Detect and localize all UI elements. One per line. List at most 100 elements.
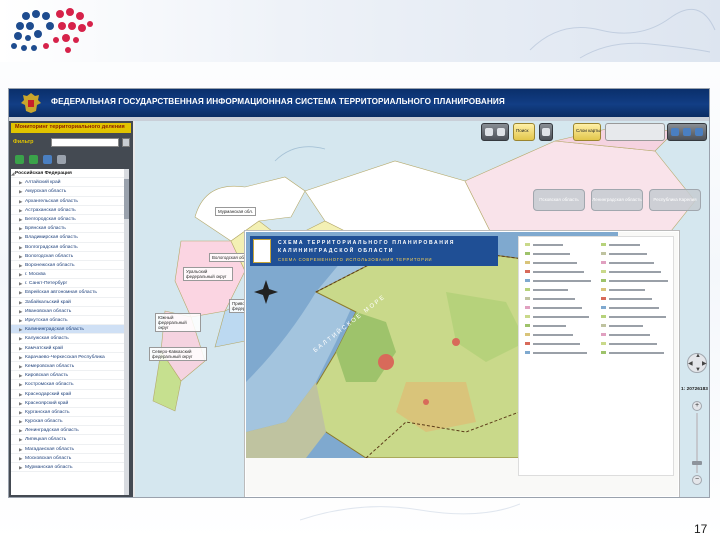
tree-item[interactable]: ▶ Курская область — [11, 417, 129, 427]
region-button-pskov[interactable]: Псковская область — [533, 189, 585, 211]
collapsed-arrow-icon[interactable]: ▶ — [19, 445, 22, 454]
collapsed-arrow-icon[interactable]: ▶ — [19, 279, 22, 288]
tree-item[interactable]: ▶ Владимирская область — [11, 233, 129, 243]
tree-item[interactable]: ▶ Забайкальский край — [11, 298, 129, 307]
tree-item[interactable]: ▶ Камчатский край — [11, 344, 129, 353]
region-button-leningrad[interactable]: Ленинградская область — [591, 189, 643, 211]
print-map-icon[interactable] — [485, 128, 493, 136]
collapsed-arrow-icon[interactable]: ▶ — [19, 252, 22, 261]
tree-item[interactable]: ▶ Магаданская область — [11, 445, 129, 454]
collapsed-arrow-icon[interactable]: ▶ — [19, 390, 22, 399]
tree-item[interactable]: ▶ Краснодарский край — [11, 390, 129, 399]
collapsed-arrow-icon[interactable]: ▶ — [19, 270, 22, 279]
filter-dropdown-button[interactable] — [122, 138, 130, 147]
tree-scrollbar[interactable] — [124, 169, 129, 495]
collapsed-arrow-icon[interactable]: ▶ — [19, 454, 22, 463]
tree-item[interactable]: ▶ Красноярский край — [11, 399, 129, 408]
print-icon[interactable] — [57, 155, 66, 164]
expand-icon[interactable] — [15, 155, 24, 164]
tree-item[interactable]: ▶ Еврейская автономная область — [11, 288, 129, 298]
pan-down-icon[interactable]: ▼ — [695, 367, 701, 373]
collapsed-arrow-icon[interactable]: ▶ — [19, 399, 22, 408]
collapsed-arrow-icon[interactable]: ▶ — [19, 426, 22, 435]
collapse-icon[interactable] — [29, 155, 38, 164]
collapsed-arrow-icon[interactable]: ▶ — [19, 233, 22, 242]
pan-control[interactable]: ▲ ▼ ◀ ▶ — [687, 353, 707, 373]
collapsed-arrow-icon[interactable]: ▶ — [19, 463, 22, 472]
tree-item[interactable]: ▶ Липецкая область — [11, 435, 129, 445]
collapsed-arrow-icon[interactable]: ▶ — [19, 288, 22, 297]
expanded-arrow-icon[interactable]: ◢ — [11, 169, 14, 178]
pan-right-icon[interactable]: ▶ — [702, 360, 707, 367]
zoom-out-button[interactable]: − — [692, 475, 702, 485]
help-icon[interactable] — [695, 128, 703, 136]
collapsed-arrow-icon[interactable]: ▶ — [19, 215, 22, 224]
tree-item[interactable]: ▶ Брянская область — [11, 224, 129, 234]
collapsed-arrow-icon[interactable]: ▶ — [19, 243, 22, 252]
zoom-in-button[interactable]: + — [692, 401, 702, 411]
collapsed-arrow-icon[interactable]: ▶ — [19, 187, 22, 196]
collapsed-arrow-icon[interactable]: ▶ — [19, 344, 22, 353]
tree-item[interactable]: ▶ Карачаево-Черкесская Республика — [11, 353, 129, 362]
globe-icon[interactable] — [683, 128, 691, 136]
pan-left-icon[interactable]: ◀ — [688, 360, 693, 367]
collapsed-arrow-icon[interactable]: ▶ — [19, 206, 22, 215]
tree-item[interactable]: ▶ Волгоградская область — [11, 243, 129, 252]
scrollbar-thumb[interactable] — [124, 179, 129, 219]
tree-item[interactable]: ▶ Иркутская область — [11, 316, 129, 326]
map-tools-group-1[interactable] — [481, 123, 509, 141]
save-icon[interactable] — [43, 155, 52, 164]
tree-item[interactable]: ▶ Московская область — [11, 454, 129, 463]
tree-item[interactable]: ▶ Ивановская область — [11, 307, 129, 316]
map-view[interactable]: Поиск Слои карты Псковская область Ленин… — [135, 121, 709, 497]
collapsed-arrow-icon[interactable]: ▶ — [19, 298, 22, 307]
collapsed-arrow-icon[interactable]: ▶ — [19, 178, 22, 187]
tree-item[interactable]: ▶ Астраханская область — [11, 206, 129, 215]
tree-item[interactable]: ▶ г. Москва — [11, 270, 129, 280]
collapsed-arrow-icon[interactable]: ▶ — [19, 380, 22, 389]
filter-input[interactable] — [51, 138, 119, 147]
collapsed-arrow-icon[interactable]: ▶ — [19, 197, 22, 206]
filter-label: Фильтр — [13, 139, 34, 145]
collapsed-arrow-icon[interactable]: ▶ — [19, 316, 22, 325]
layers-button[interactable]: Слои карты — [573, 123, 601, 141]
zoom-slider-thumb[interactable] — [692, 461, 702, 465]
info-icon[interactable] — [671, 128, 679, 136]
map-tools-group-2[interactable] — [667, 123, 707, 141]
tree-item[interactable]: ▶ Амурская область — [11, 187, 129, 197]
tree-item[interactable]: ▶ Мурманская область — [11, 463, 129, 473]
tree-item[interactable]: ▶ г. Санкт-Петербург — [11, 279, 129, 289]
tree-item[interactable]: ▶ Калужская область — [11, 334, 129, 344]
tree-root-item[interactable]: ◢ Российская Федерация — [11, 169, 129, 179]
tree-item[interactable]: ▶ Кировская область — [11, 371, 129, 381]
collapsed-arrow-icon[interactable]: ▶ — [19, 435, 22, 444]
collapsed-arrow-icon[interactable]: ▶ — [19, 408, 22, 417]
tree-item[interactable]: ▶ Алтайский край — [11, 178, 129, 188]
collapsed-arrow-icon[interactable]: ▶ — [19, 334, 22, 343]
tree-item[interactable]: ▶ Костромская область — [11, 380, 129, 390]
collapsed-arrow-icon[interactable]: ▶ — [19, 417, 22, 426]
pan-up-icon[interactable]: ▲ — [695, 353, 701, 359]
kaliningrad-inset-map[interactable]: СХЕМА ТЕРРИТОРИАЛЬНОГО ПЛАНИРОВАНИЯ КАЛИ… — [245, 231, 679, 497]
collapsed-arrow-icon[interactable]: ▶ — [19, 325, 22, 334]
sidebar-title: Мониторинг территориального деления — [15, 124, 125, 130]
collapsed-arrow-icon[interactable]: ▶ — [19, 371, 22, 380]
tree-item[interactable]: ▶ Кемеровская область — [11, 362, 129, 372]
grid-button[interactable] — [539, 123, 553, 141]
tree-item[interactable]: ▶ Воронежская область — [11, 261, 129, 271]
tree-item[interactable]: ▶ Архангельская область — [11, 197, 129, 206]
collapsed-arrow-icon[interactable]: ▶ — [19, 224, 22, 233]
region-button-karelia[interactable]: Республика Карелия — [649, 189, 701, 211]
layer-select[interactable] — [605, 123, 665, 141]
tree-item[interactable]: ▶ Курганская область — [11, 408, 129, 418]
export-icon[interactable] — [497, 128, 505, 136]
collapsed-arrow-icon[interactable]: ▶ — [19, 362, 22, 371]
search-button[interactable]: Поиск — [513, 123, 535, 141]
tree-item[interactable]: ▶ Калининградская область — [11, 325, 129, 335]
collapsed-arrow-icon[interactable]: ▶ — [19, 307, 22, 316]
tree-item[interactable]: ▶ Вологодская область — [11, 252, 129, 261]
tree-item[interactable]: ▶ Белгородская область — [11, 215, 129, 225]
collapsed-arrow-icon[interactable]: ▶ — [19, 261, 22, 270]
tree-item[interactable]: ▶ Ленинградская область — [11, 426, 129, 436]
collapsed-arrow-icon[interactable]: ▶ — [19, 353, 22, 362]
